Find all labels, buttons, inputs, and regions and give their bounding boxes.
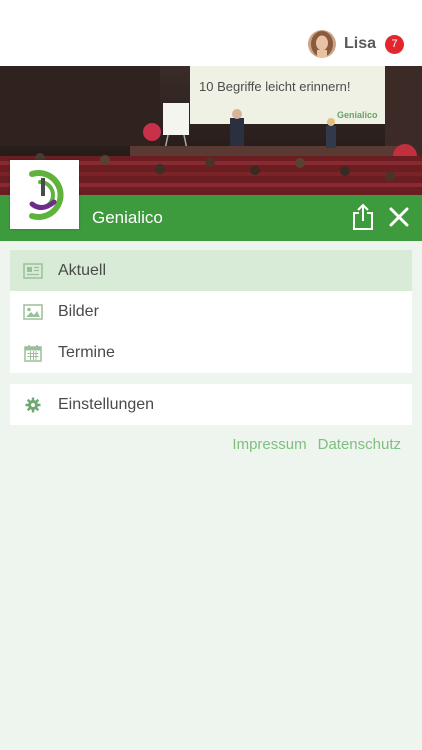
share-icon [353,203,373,230]
avatar[interactable] [307,30,336,58]
menu-item-einstellungen[interactable]: Einstellungen [10,384,412,425]
user-profile[interactable]: Lisa 7 [307,28,404,60]
notification-badge[interactable]: 7 [385,34,404,54]
menu-label-bilder: Bilder [58,302,99,320]
settings-menu: Einstellungen [10,384,412,425]
top-bar: Lisa 7 [0,0,422,66]
datenschutz-link[interactable]: Datenschutz [318,436,401,453]
user-name[interactable]: Lisa [344,35,376,53]
menu-label-einstellungen: Einstellungen [58,395,155,413]
menu-label-termine: Termine [58,343,115,361]
image-icon [23,302,43,322]
footer-links: Impressum Datenschutz [221,436,401,453]
menu-item-aktuell[interactable]: Aktuell [10,250,412,291]
close-icon [389,207,409,227]
screen-brand: Genialico [337,110,378,120]
menu-item-bilder[interactable]: Bilder [10,291,412,332]
newspaper-icon [23,261,43,281]
menu-label-aktuell: Aktuell [58,261,107,279]
menu-item-termine[interactable]: Termine [10,332,412,373]
app-title: Genialico [92,208,163,227]
close-button[interactable] [387,205,411,229]
impressum-link[interactable]: Impressum [232,436,306,453]
app-logo [10,160,79,229]
calendar-icon [23,343,43,363]
main-menu: Aktuell Bilder Termine [10,250,412,373]
share-button[interactable] [351,203,375,231]
genialico-logo-icon [29,170,64,220]
screen-text: 10 Begriffe leicht erinnern! [199,79,351,94]
gear-icon [23,395,43,415]
